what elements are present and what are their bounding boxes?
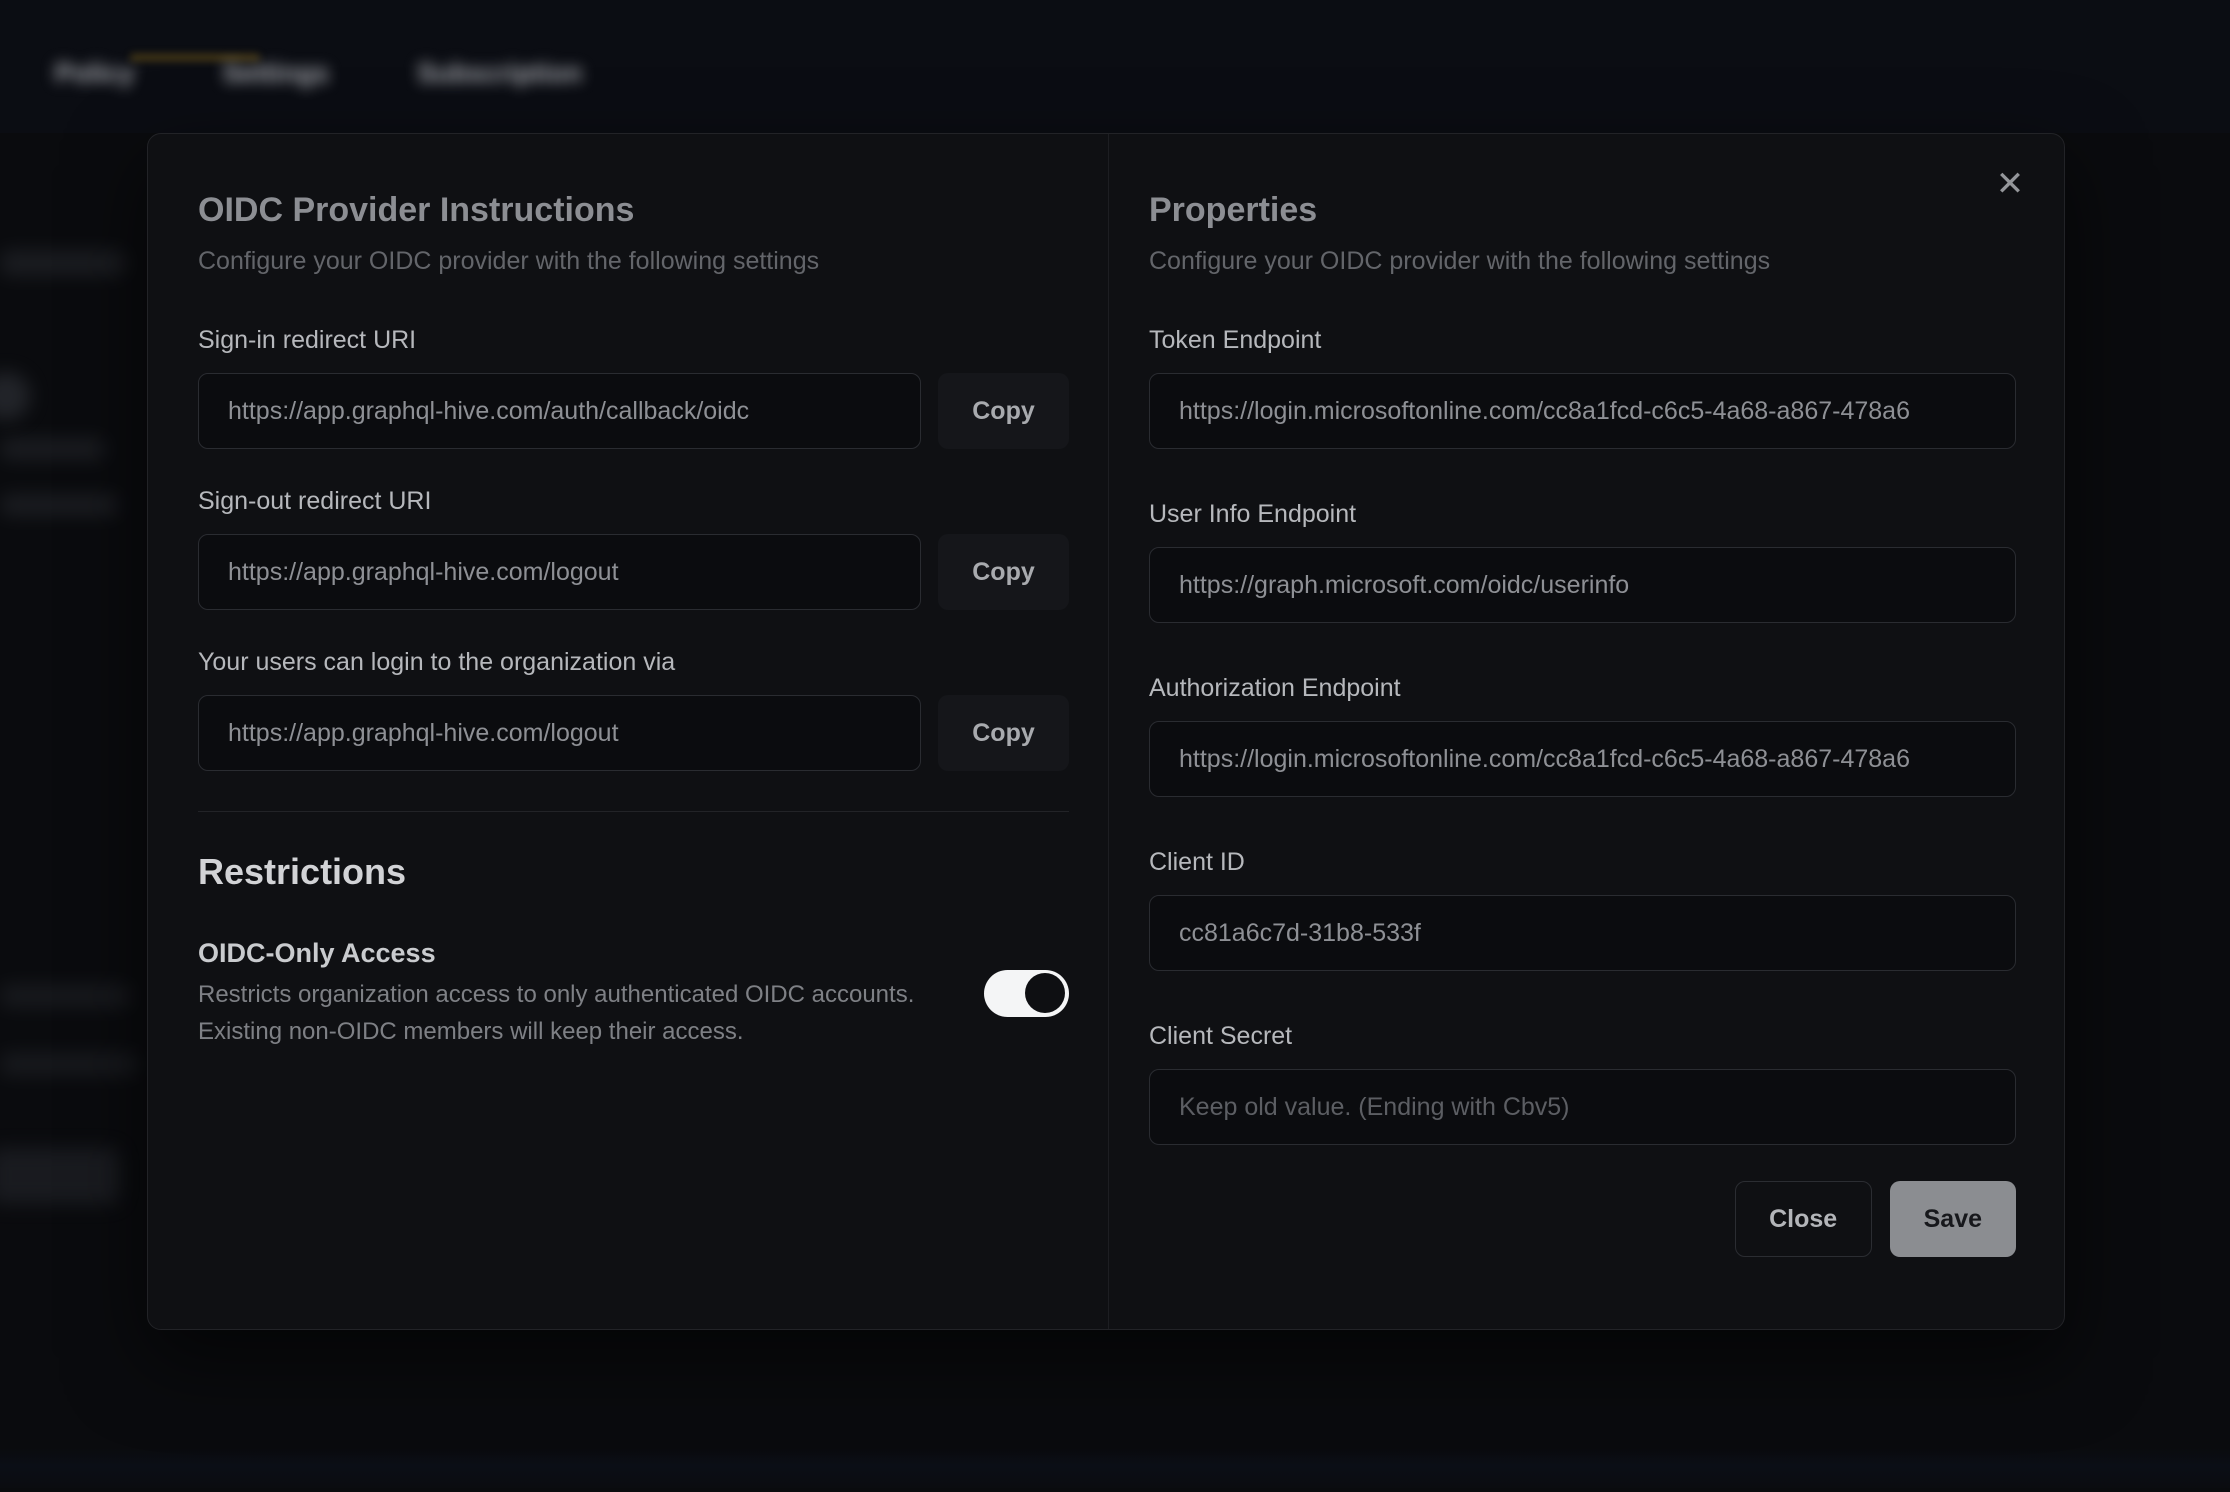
tab-policy[interactable]: Policy (55, 58, 135, 89)
client-secret-label: Client Secret (1149, 1021, 2016, 1051)
token-endpoint-input[interactable] (1149, 373, 2016, 449)
copy-signin-redirect-button[interactable]: Copy (938, 373, 1069, 449)
background-bottom-band (0, 1448, 2230, 1488)
properties-subtitle: Configure your OIDC provider with the fo… (1149, 245, 2016, 277)
oidc-instructions-section: OIDC Provider Instructions Configure you… (148, 134, 1108, 1329)
field-group-signout-redirect: Sign-out redirect URI Copy (198, 486, 1069, 610)
oidc-settings-modal: ✕ OIDC Provider Instructions Configure y… (147, 133, 2065, 1330)
background-blurred-text (0, 250, 125, 276)
client-id-input[interactable] (1149, 895, 2016, 971)
signout-redirect-label: Sign-out redirect URI (198, 486, 1069, 516)
background-blurred-text (0, 438, 105, 460)
modal-footer: Close Save (1149, 1181, 2016, 1257)
field-group-token-endpoint: Token Endpoint (1149, 325, 2016, 449)
authorization-endpoint-input[interactable] (1149, 721, 2016, 797)
copy-signout-redirect-button[interactable]: Copy (938, 534, 1069, 610)
token-endpoint-label: Token Endpoint (1149, 325, 2016, 355)
restrictions-heading: Restrictions (198, 850, 1069, 894)
field-group-signin-redirect: Sign-in redirect URI Copy (198, 325, 1069, 449)
signin-redirect-input[interactable] (198, 373, 921, 449)
save-button[interactable]: Save (1890, 1181, 2016, 1257)
instructions-title: OIDC Provider Instructions (198, 189, 1069, 231)
field-group-client-secret: Client Secret (1149, 1021, 2016, 1145)
active-tab-indicator (130, 54, 260, 61)
oidc-only-access-description: Restricts organization access to only au… (198, 976, 964, 1050)
userinfo-endpoint-input[interactable] (1149, 547, 2016, 623)
client-secret-input[interactable] (1149, 1069, 2016, 1145)
tab-settings[interactable]: Settings (223, 58, 330, 89)
close-button[interactable]: Close (1735, 1181, 1872, 1257)
background-blurred-text (0, 1052, 138, 1076)
toggle-thumb (1025, 973, 1065, 1013)
copy-login-via-button[interactable]: Copy (938, 695, 1069, 771)
oidc-only-access-title: OIDC-Only Access (198, 936, 964, 970)
tab-subscription[interactable]: Subscription (417, 58, 582, 89)
userinfo-endpoint-label: User Info Endpoint (1149, 499, 2016, 529)
oidc-only-access-toggle[interactable] (984, 970, 1069, 1017)
field-group-login-via: Your users can login to the organization… (198, 647, 1069, 771)
instructions-subtitle: Configure your OIDC provider with the fo… (198, 245, 1069, 277)
oidc-only-access-row: OIDC-Only Access Restricts organization … (198, 936, 1069, 1050)
background-blurred-badge (0, 372, 30, 420)
login-via-label: Your users can login to the organization… (198, 647, 1069, 677)
background-blurred-button (0, 1148, 120, 1204)
properties-section: Properties Configure your OIDC provider … (1109, 134, 2066, 1329)
authorization-endpoint-label: Authorization Endpoint (1149, 673, 2016, 703)
restrictions-divider (198, 811, 1069, 812)
properties-title: Properties (1149, 189, 2016, 231)
background-blurred-text (0, 494, 118, 516)
login-via-input[interactable] (198, 695, 921, 771)
signin-redirect-label: Sign-in redirect URI (198, 325, 1069, 355)
field-group-userinfo-endpoint: User Info Endpoint (1149, 499, 2016, 623)
field-group-authorization-endpoint: Authorization Endpoint (1149, 673, 2016, 797)
client-id-label: Client ID (1149, 847, 2016, 877)
background-tab-bar: Policy Settings Subscription (55, 58, 582, 89)
field-group-client-id: Client ID (1149, 847, 2016, 971)
signout-redirect-input[interactable] (198, 534, 921, 610)
background-blurred-text (0, 984, 130, 1008)
